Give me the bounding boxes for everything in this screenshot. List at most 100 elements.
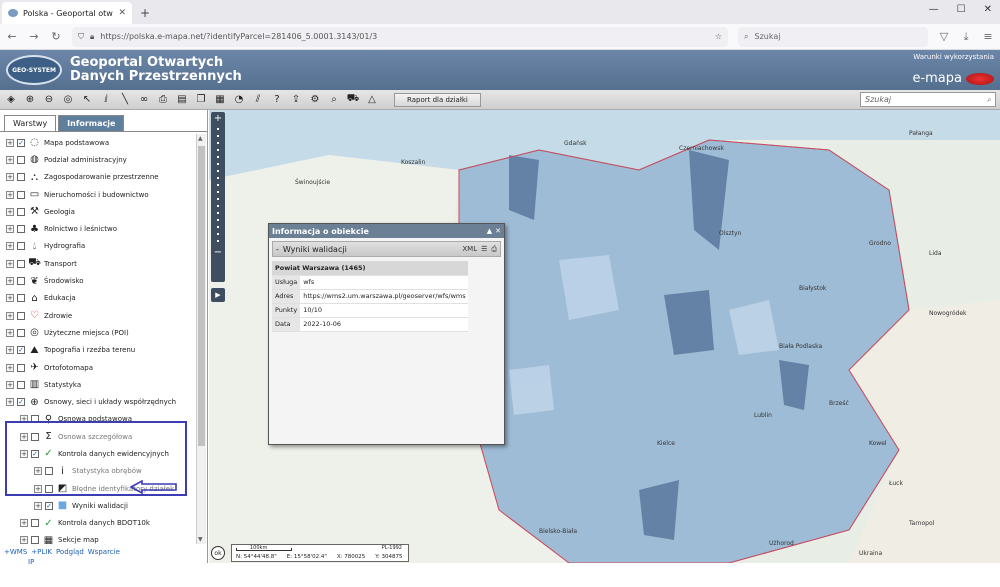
menu-icon[interactable]: ≡ (982, 30, 994, 43)
layer-checkbox[interactable] (17, 259, 25, 268)
expand-icon[interactable]: + (20, 519, 28, 528)
ip-link[interactable]: IP (28, 558, 34, 566)
expand-icon[interactable]: + (6, 190, 14, 199)
download-icon[interactable]: ⤓ (960, 30, 972, 44)
zoom-minus-icon[interactable]: − (213, 248, 223, 258)
layer-item[interactable]: + ⚒ Geologia (0, 203, 196, 220)
print-icon[interactable]: ⎙ (156, 93, 170, 107)
layer-checkbox[interactable] (17, 173, 25, 182)
layer-checkbox[interactable]: ✓ (45, 501, 53, 510)
add-file-link[interactable]: +PLIK (31, 548, 52, 556)
layer-item[interactable]: + ✓ ⛰︎ Topografia i rzeźba terenu (0, 342, 196, 359)
layer-item[interactable]: + ▥ Statystyka (0, 376, 196, 393)
hatch-icon[interactable]: ⫽ (251, 93, 265, 107)
layer-checkbox[interactable]: ✓ (17, 346, 25, 355)
layer-item[interactable]: + ▦ Sekcje map (0, 532, 196, 544)
layer-item[interactable]: + ◍ Podział administracyjny (0, 151, 196, 168)
layer-item[interactable]: + ✓ ■ Wyniki walidacji (0, 497, 196, 514)
export-icon[interactable]: ▤ (175, 93, 189, 107)
row-value[interactable]: https://wms2.um.warszawa.pl/geoserver/wf… (300, 289, 468, 304)
info-window-titlebar[interactable]: Informacja o obiekcie ▲ ✕ (269, 224, 504, 238)
settings-icon[interactable]: ⚙ (308, 93, 322, 107)
layer-checkbox[interactable] (17, 380, 25, 389)
pocket-icon[interactable]: ▽ (938, 30, 950, 43)
tab-information[interactable]: Informacje (58, 115, 125, 131)
bookmark-star-icon[interactable]: ☆ (715, 32, 722, 41)
expand-icon[interactable]: + (6, 363, 14, 372)
browser-search-field[interactable]: ⌕ Szukaj (738, 26, 928, 47)
layer-checkbox[interactable] (17, 225, 25, 234)
layer-item[interactable]: + ♡ Zdrowie (0, 307, 196, 324)
expand-icon[interactable]: + (6, 259, 14, 268)
address-bar[interactable]: ⛉ 🔒︎ https://polska.e-mapa.net/?identify… (72, 26, 728, 47)
layer-checkbox[interactable]: ✓ (17, 138, 25, 147)
comment-icon[interactable]: ◔ (232, 93, 246, 107)
layer-checkbox[interactable] (17, 242, 25, 251)
layer-checkbox[interactable]: ✓ (17, 398, 25, 407)
search-icon[interactable]: ⌕ (987, 95, 991, 105)
geo-system-logo[interactable]: GEO-SYSTEM (6, 55, 62, 85)
forward-icon[interactable]: → (28, 30, 40, 43)
layer-checkbox[interactable] (17, 207, 25, 216)
close-icon[interactable]: ✕ (495, 227, 501, 235)
layer-checkbox[interactable] (31, 536, 39, 544)
map-canvas[interactable]: Koszalin Świnoujście Gdańsk Olsztyn Biał… (209, 110, 1000, 563)
zoom-track[interactable] (217, 128, 219, 244)
identify-icon[interactable]: ⅈ (99, 93, 113, 107)
close-window-button[interactable]: ✕ (984, 4, 992, 15)
copy-icon[interactable]: ❐ (194, 93, 208, 107)
link-icon[interactable]: ∞ (137, 93, 151, 107)
zoom-extent-icon[interactable]: ◎ (61, 93, 75, 107)
minimize-button[interactable]: — (929, 4, 939, 15)
pointer-icon[interactable]: ↖ (80, 93, 94, 107)
expand-icon[interactable]: + (6, 398, 14, 407)
layer-item[interactable]: + ♣ Rolnictwo i leśnictwo (0, 220, 196, 237)
list-icon[interactable]: ☰ (481, 245, 487, 253)
layer-checkbox[interactable] (17, 155, 25, 164)
layers-icon[interactable]: ◈ (4, 93, 18, 107)
expand-panel-icon[interactable]: ▶ (211, 288, 225, 302)
zoom-slider[interactable]: + − (211, 112, 225, 282)
expand-icon[interactable]: + (6, 380, 14, 389)
add-wms-link[interactable]: +WMS (4, 548, 27, 556)
layer-item[interactable]: + ✓ ⊕ Osnowy, sieci i układy współrzędnych (0, 393, 196, 410)
terms-link[interactable]: Warunki wykorzystania (913, 53, 994, 61)
expand-icon[interactable]: + (20, 536, 28, 544)
layer-checkbox[interactable] (17, 190, 25, 199)
map-search-input[interactable]: Szukaj ⌕ (860, 92, 996, 107)
measure-line-icon[interactable]: ╲ (118, 93, 132, 107)
expand-icon[interactable]: + (6, 277, 14, 286)
tab-layers[interactable]: Warstwy (4, 115, 57, 131)
print-icon[interactable]: ⎙ (491, 245, 497, 254)
collapse-icon[interactable]: ▲ (487, 227, 492, 235)
expand-icon[interactable]: + (6, 155, 14, 164)
browser-tab[interactable]: Polska - Geoportal otwartych d ✕ (2, 2, 132, 24)
projection-label[interactable]: PL-1992 (382, 545, 402, 551)
scroll-up-icon[interactable]: ▲ (198, 135, 203, 142)
expand-icon[interactable]: + (6, 294, 14, 303)
new-tab-button[interactable]: + (140, 6, 150, 20)
zoom-out-icon[interactable]: ⊖ (42, 93, 56, 107)
expand-icon[interactable]: + (6, 225, 14, 234)
cart-icon[interactable]: ⛟ (346, 93, 360, 107)
emapa-logo[interactable]: e-mapa (912, 71, 994, 86)
expand-icon[interactable]: + (6, 242, 14, 251)
upload-icon[interactable]: ⇪ (289, 93, 303, 107)
layer-checkbox[interactable] (31, 519, 39, 528)
back-icon[interactable]: ← (6, 30, 18, 43)
layer-checkbox[interactable] (17, 363, 25, 372)
layer-item[interactable]: + ⌂ Edukacja (0, 290, 196, 307)
layer-checkbox[interactable] (17, 311, 25, 320)
triangle-icon[interactable]: △ (365, 93, 379, 107)
layer-item[interactable]: + ▭ Nieruchomości i budownictwo (0, 186, 196, 203)
layer-item[interactable]: + ❦ Środowisko (0, 272, 196, 289)
preview-link[interactable]: Podgląd (56, 548, 84, 556)
layer-item[interactable]: + ⛬ Zagospodarowanie przestrzenne (0, 169, 196, 186)
expand-icon[interactable]: + (6, 207, 14, 216)
object-info-window[interactable]: Informacja o obiekcie ▲ ✕ - Wyniki walid… (268, 223, 505, 445)
layer-checkbox[interactable] (17, 277, 25, 286)
search-map-icon[interactable]: ⌕ (327, 93, 341, 107)
scroll-thumb[interactable] (198, 146, 205, 446)
layer-item[interactable]: + ⛟ Transport (0, 255, 196, 272)
close-tab-icon[interactable]: ✕ (118, 8, 126, 18)
